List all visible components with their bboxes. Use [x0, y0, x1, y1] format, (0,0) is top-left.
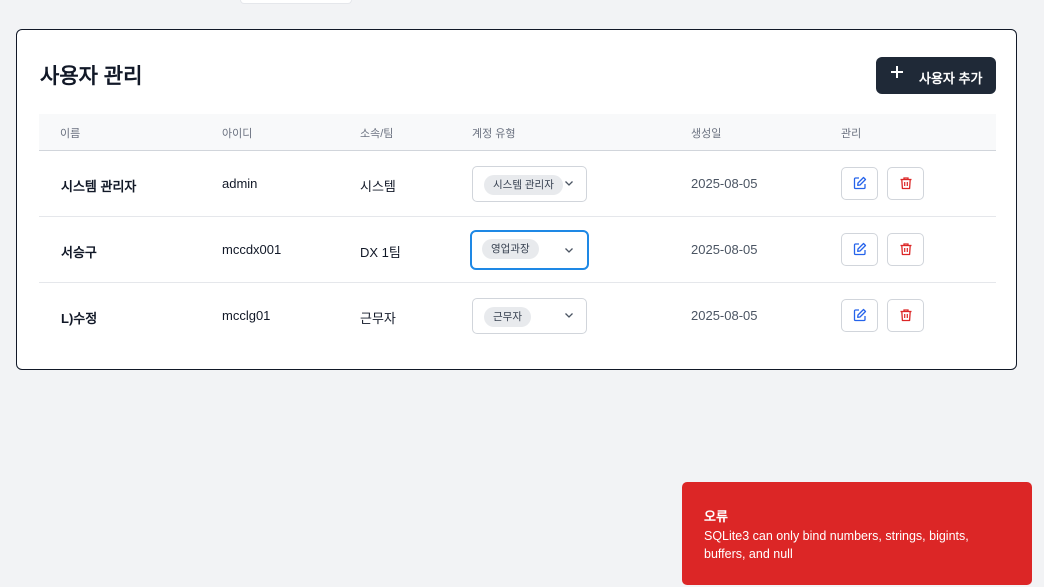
user-management-card: 사용자 관리 사용자 추가 이름 아이디 소속/팀 계정 유형 생성일 관리 시…	[16, 29, 1017, 370]
role-badge: 시스템 관리자	[484, 175, 563, 195]
add-user-button[interactable]: 사용자 추가	[876, 57, 996, 94]
trash-icon	[900, 243, 912, 256]
user-username: mccdx001	[222, 242, 282, 257]
toast-title: 오류	[704, 509, 728, 524]
header-actions: 관리	[841, 128, 862, 140]
role-select[interactable]: 시스템 관리자	[472, 166, 587, 202]
table-row: 시스템 관리자 admin 시스템 시스템 관리자 2025-08-05	[39, 151, 996, 217]
role-badge: 근무자	[484, 307, 531, 327]
chevron-down-icon	[565, 181, 573, 186]
user-team: 근무자	[360, 311, 396, 326]
header-role: 계정 유형	[472, 128, 516, 140]
toast-message: SQLite3 can only bind numbers, strings, …	[704, 529, 969, 561]
user-username: admin	[222, 176, 258, 191]
delete-button[interactable]	[887, 233, 924, 266]
table-row: 서승구 mccdx001 DX 1팀 영업과장 2025-08-05	[39, 217, 996, 283]
chevron-down-icon	[565, 313, 573, 318]
role-select[interactable]: 근무자	[472, 298, 587, 334]
user-username: mcclg01	[222, 308, 271, 323]
add-user-button-label: 사용자 추가	[919, 71, 983, 86]
plus-icon	[890, 65, 904, 79]
edit-icon	[853, 242, 867, 256]
table-row: L)수정 mcclg01 근무자 근무자 2025-08-05	[39, 283, 996, 349]
user-created: 2025-08-05	[691, 176, 758, 191]
edit-button[interactable]	[841, 167, 878, 200]
role-badge: 영업과장	[482, 239, 539, 259]
user-team: 시스템	[360, 179, 396, 194]
edit-button[interactable]	[841, 299, 878, 332]
page-title: 사용자 관리	[40, 65, 143, 88]
table-header: 이름 아이디 소속/팀 계정 유형 생성일 관리	[39, 114, 996, 151]
user-name: 시스템 관리자	[61, 179, 137, 194]
user-created: 2025-08-05	[691, 242, 758, 257]
trash-icon	[900, 309, 912, 322]
header-team: 소속/팀	[360, 128, 394, 140]
user-name: L)수정	[61, 311, 98, 326]
header-name: 이름	[60, 128, 81, 140]
role-select[interactable]: 영업과장	[470, 230, 589, 270]
header-username: 아이디	[222, 128, 253, 140]
error-toast[interactable]: 오류 SQLite3 can only bind numbers, string…	[682, 482, 1032, 585]
edit-button[interactable]	[841, 233, 878, 266]
delete-button[interactable]	[887, 299, 924, 332]
edit-icon	[853, 308, 867, 322]
top-tab-stub	[240, 0, 352, 4]
chevron-down-icon	[565, 248, 573, 253]
user-created: 2025-08-05	[691, 308, 758, 323]
header-created: 생성일	[691, 128, 722, 140]
edit-icon	[853, 176, 867, 190]
delete-button[interactable]	[887, 167, 924, 200]
trash-icon	[900, 177, 912, 190]
user-name: 서승구	[61, 245, 97, 260]
user-team: DX 1팀	[360, 245, 401, 260]
